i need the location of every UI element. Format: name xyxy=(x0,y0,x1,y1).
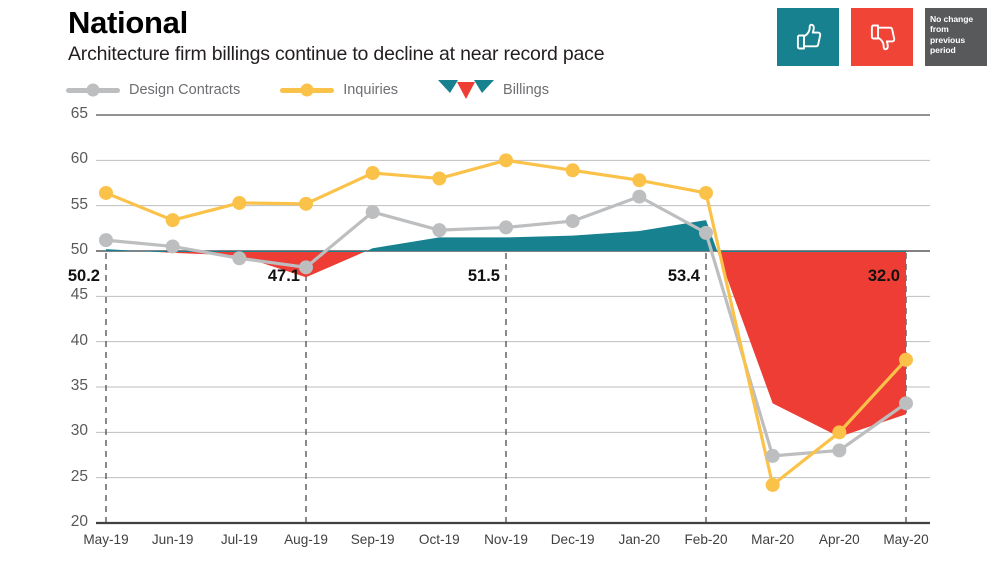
data-label-feb-20: 53.4 xyxy=(667,267,700,285)
y-axis-tick-55: 55 xyxy=(70,195,88,213)
y-axis-tick-25: 25 xyxy=(70,467,88,485)
y-axis-tick-50: 50 xyxy=(70,241,88,258)
data-label-nov-19: 51.5 xyxy=(467,267,500,285)
data-label-may-20: 32.0 xyxy=(867,267,900,285)
chart-page: National Architecture firm billings cont… xyxy=(0,0,1000,563)
y-axis-tick-65: 65 xyxy=(70,105,88,122)
y-axis-tick-40: 40 xyxy=(70,331,88,349)
y-axis-tick-60: 60 xyxy=(70,150,88,168)
y-axis-tick-20: 20 xyxy=(70,513,88,530)
x-axis-tick-may-20: May-20 xyxy=(883,532,929,547)
chart-plot-area: 20 25 30 35 40 45 50 55 60 65 May-19 Jun-19 Jul-19 A… xyxy=(0,0,1000,563)
y-axis-tick-45: 45 xyxy=(70,286,88,304)
y-axis-tick-35: 35 xyxy=(70,377,88,394)
y-axis-tick-30: 30 xyxy=(70,422,88,440)
data-label-may-19: 50.2 xyxy=(67,267,100,285)
data-label-aug-19: 47.1 xyxy=(267,267,300,285)
billings-area xyxy=(106,220,906,437)
